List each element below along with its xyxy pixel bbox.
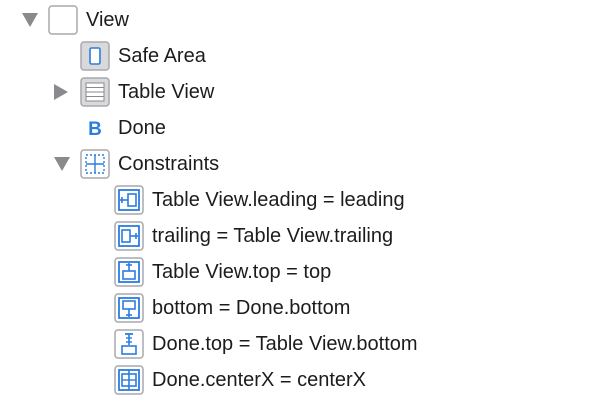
document-outline: View Safe Area Table View B Done Constra… [0, 0, 612, 406]
button-icon: B [80, 113, 110, 143]
safe-area-icon [80, 41, 110, 71]
outline-label: trailing = Table View.trailing [152, 225, 394, 247]
outline-label: Safe Area [118, 45, 206, 67]
disclosure-triangle-expanded-icon[interactable] [54, 157, 70, 171]
outline-label: Constraints [118, 153, 220, 175]
outline-row-table-view[interactable]: Table View [52, 75, 214, 109]
outline-label: Table View.top = top [152, 261, 332, 283]
table-view-icon [80, 77, 110, 107]
disclosure-triangle-expanded-icon[interactable] [22, 13, 38, 27]
outline-label: View [86, 9, 129, 31]
outline-row-done[interactable]: B Done [80, 111, 166, 145]
bottom-constraint-icon [114, 293, 144, 323]
disclosure-triangle-collapsed-icon[interactable] [54, 84, 68, 100]
outline-label: Table View [118, 81, 215, 103]
vertical-spacing-constraint-icon [114, 329, 144, 359]
outline-row-constraints[interactable]: Constraints [52, 147, 219, 181]
center-x-constraint-icon [114, 365, 144, 395]
top-constraint-icon [114, 257, 144, 287]
outline-row-view[interactable]: View [20, 3, 129, 37]
leading-constraint-icon [114, 185, 144, 215]
outline-row-constraint[interactable]: Done.top = Table View.bottom [114, 327, 418, 361]
outline-row-constraint[interactable]: Done.centerX = centerX [114, 363, 366, 397]
view-icon [48, 5, 78, 35]
outline-label: bottom = Done.bottom [152, 297, 351, 319]
outline-row-constraint[interactable]: bottom = Done.bottom [114, 291, 350, 325]
outline-row-safe-area[interactable]: Safe Area [80, 39, 206, 73]
outline-label: Done.top = Table View.bottom [152, 333, 418, 355]
svg-text:B: B [88, 119, 102, 140]
trailing-constraint-icon [114, 221, 144, 251]
outline-row-constraint[interactable]: trailing = Table View.trailing [114, 219, 393, 253]
constraints-icon [80, 149, 110, 179]
outline-label: Done.centerX = centerX [152, 369, 367, 391]
outline-row-constraint[interactable]: Table View.top = top [114, 255, 331, 289]
outline-label: Table View.leading = leading [152, 189, 405, 211]
outline-row-constraint[interactable]: Table View.leading = leading [114, 183, 405, 217]
outline-label: Done [118, 117, 166, 139]
